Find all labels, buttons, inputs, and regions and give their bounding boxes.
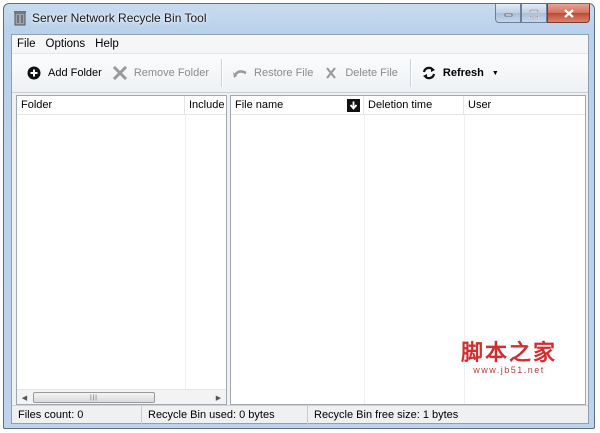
toolbar-separator — [409, 59, 411, 87]
close-icon — [563, 8, 574, 18]
chevron-down-icon[interactable]: ▼ — [492, 70, 499, 77]
scroll-left-arrow-icon[interactable]: ◀ — [17, 390, 32, 405]
file-list[interactable]: File name Deletion time User 脚本之家 www.jb… — [230, 95, 586, 405]
x-remove-icon — [112, 65, 128, 81]
menu-options[interactable]: Options — [41, 35, 91, 54]
column-header-user[interactable]: User — [464, 96, 585, 115]
status-recycle-used: Recycle Bin used: 0 bytes — [142, 405, 308, 424]
close-button[interactable] — [547, 4, 590, 23]
file-name-header-label: File name — [235, 99, 284, 111]
maximize-icon — [529, 8, 539, 18]
delete-file-button[interactable]: Delete File — [319, 59, 404, 87]
folder-list[interactable]: Folder Include ◀ ||| ▶ — [16, 95, 227, 405]
column-header-folder[interactable]: Folder — [17, 96, 185, 115]
minimize-icon — [504, 13, 512, 16]
watermark-text: 脚本之家 — [460, 340, 557, 366]
scroll-right-arrow-icon[interactable]: ▶ — [211, 390, 226, 405]
status-bar: Files count: 0 Recycle Bin used: 0 bytes… — [12, 405, 588, 424]
watermark-url: www.jb51.net — [473, 365, 545, 375]
folder-list-body — [17, 115, 226, 404]
column-header-include[interactable]: Include — [185, 96, 226, 115]
remove-folder-button[interactable]: Remove Folder — [108, 59, 215, 87]
status-recycle-free: Recycle Bin free size: 1 bytes — [314, 408, 459, 421]
add-folder-label: Add Folder — [48, 67, 102, 79]
column-divider — [364, 115, 365, 404]
remove-folder-label: Remove Folder — [133, 67, 210, 79]
file-list-header: File name Deletion time User — [231, 96, 585, 115]
client-area: File Options Help Add Folder Remove Fold… — [11, 34, 589, 424]
recycle-bin-app-icon — [14, 11, 26, 26]
refresh-icon — [421, 65, 437, 81]
delete-file-label: Delete File — [345, 67, 398, 79]
toolbar: Add Folder Remove Folder Restore File De — [12, 54, 588, 93]
watermark: 脚本之家 www.jb51.net — [461, 335, 557, 375]
scroll-thumb[interactable]: ||| — [33, 392, 155, 403]
restore-file-button[interactable]: Restore File — [228, 59, 319, 87]
folder-list-header: Folder Include — [17, 96, 226, 115]
menu-bar: File Options Help — [12, 35, 588, 54]
menu-help[interactable]: Help — [90, 35, 124, 54]
grip-icon: ||| — [90, 394, 98, 401]
sort-down-arrow-icon[interactable] — [347, 99, 360, 112]
refresh-label: Refresh — [442, 67, 484, 79]
add-folder-button[interactable]: Add Folder — [22, 59, 108, 87]
restore-arrow-icon — [232, 65, 248, 81]
app-window: Server Network Recycle Bin Tool File Opt… — [3, 3, 595, 429]
window-title: Server Network Recycle Bin Tool — [32, 11, 207, 25]
column-divider — [185, 115, 186, 404]
restore-file-label: Restore File — [254, 67, 314, 79]
plus-circle-icon — [26, 65, 42, 81]
refresh-button[interactable]: Refresh ▼ — [417, 59, 505, 87]
caption-buttons — [495, 4, 590, 23]
delete-x-icon — [323, 65, 339, 81]
menu-file[interactable]: File — [12, 35, 41, 54]
minimize-button[interactable] — [495, 4, 521, 23]
maximize-button[interactable] — [521, 4, 547, 23]
status-files-count: Files count: 0 — [12, 405, 142, 424]
horizontal-scrollbar[interactable]: ◀ ||| ▶ — [17, 389, 226, 404]
column-header-deletion-time[interactable]: Deletion time — [364, 96, 464, 115]
toolbar-separator — [221, 59, 223, 87]
column-header-file-name[interactable]: File name — [231, 96, 364, 115]
title-bar[interactable]: Server Network Recycle Bin Tool — [4, 4, 594, 32]
